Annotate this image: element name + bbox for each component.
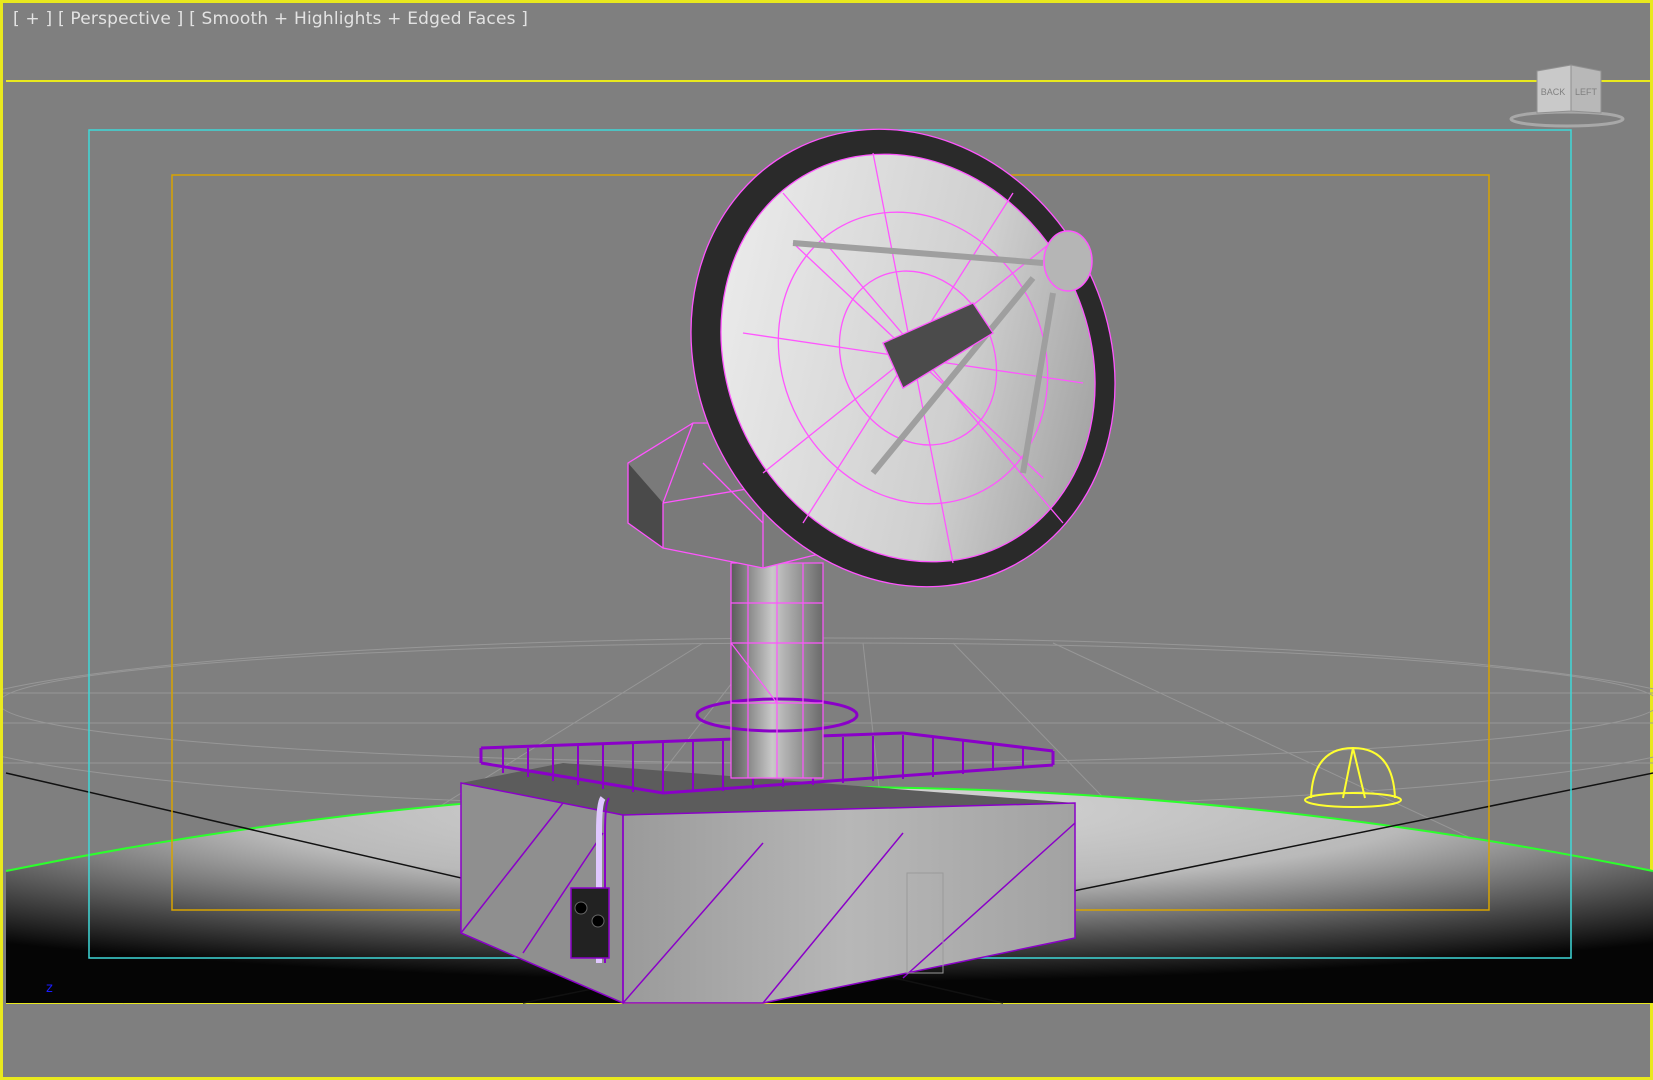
viewcube-left-face: LEFT <box>1575 87 1598 97</box>
satellite-dish <box>690 128 1116 588</box>
viewcube-icon[interactable]: BACK LEFT <box>1505 61 1635 131</box>
perspective-viewport[interactable]: [ + ] [ Perspective ] [ Smooth + Highlig… <box>0 0 1653 1080</box>
axis-tripod-icon: z <box>46 981 53 996</box>
viewport-menu-button[interactable]: [ + ] <box>13 9 52 29</box>
viewcube-back-face: BACK <box>1541 87 1566 97</box>
viewport-label: [ + ] [ Perspective ] [ Smooth + Highlig… <box>13 9 528 29</box>
shading-mode-button[interactable]: [ Smooth + Highlights + Edged Faces ] <box>189 9 528 29</box>
scene-canvas[interactable] <box>3 3 1653 1080</box>
view-type-button[interactable]: [ Perspective ] <box>58 9 184 29</box>
antenna-column <box>695 562 859 779</box>
